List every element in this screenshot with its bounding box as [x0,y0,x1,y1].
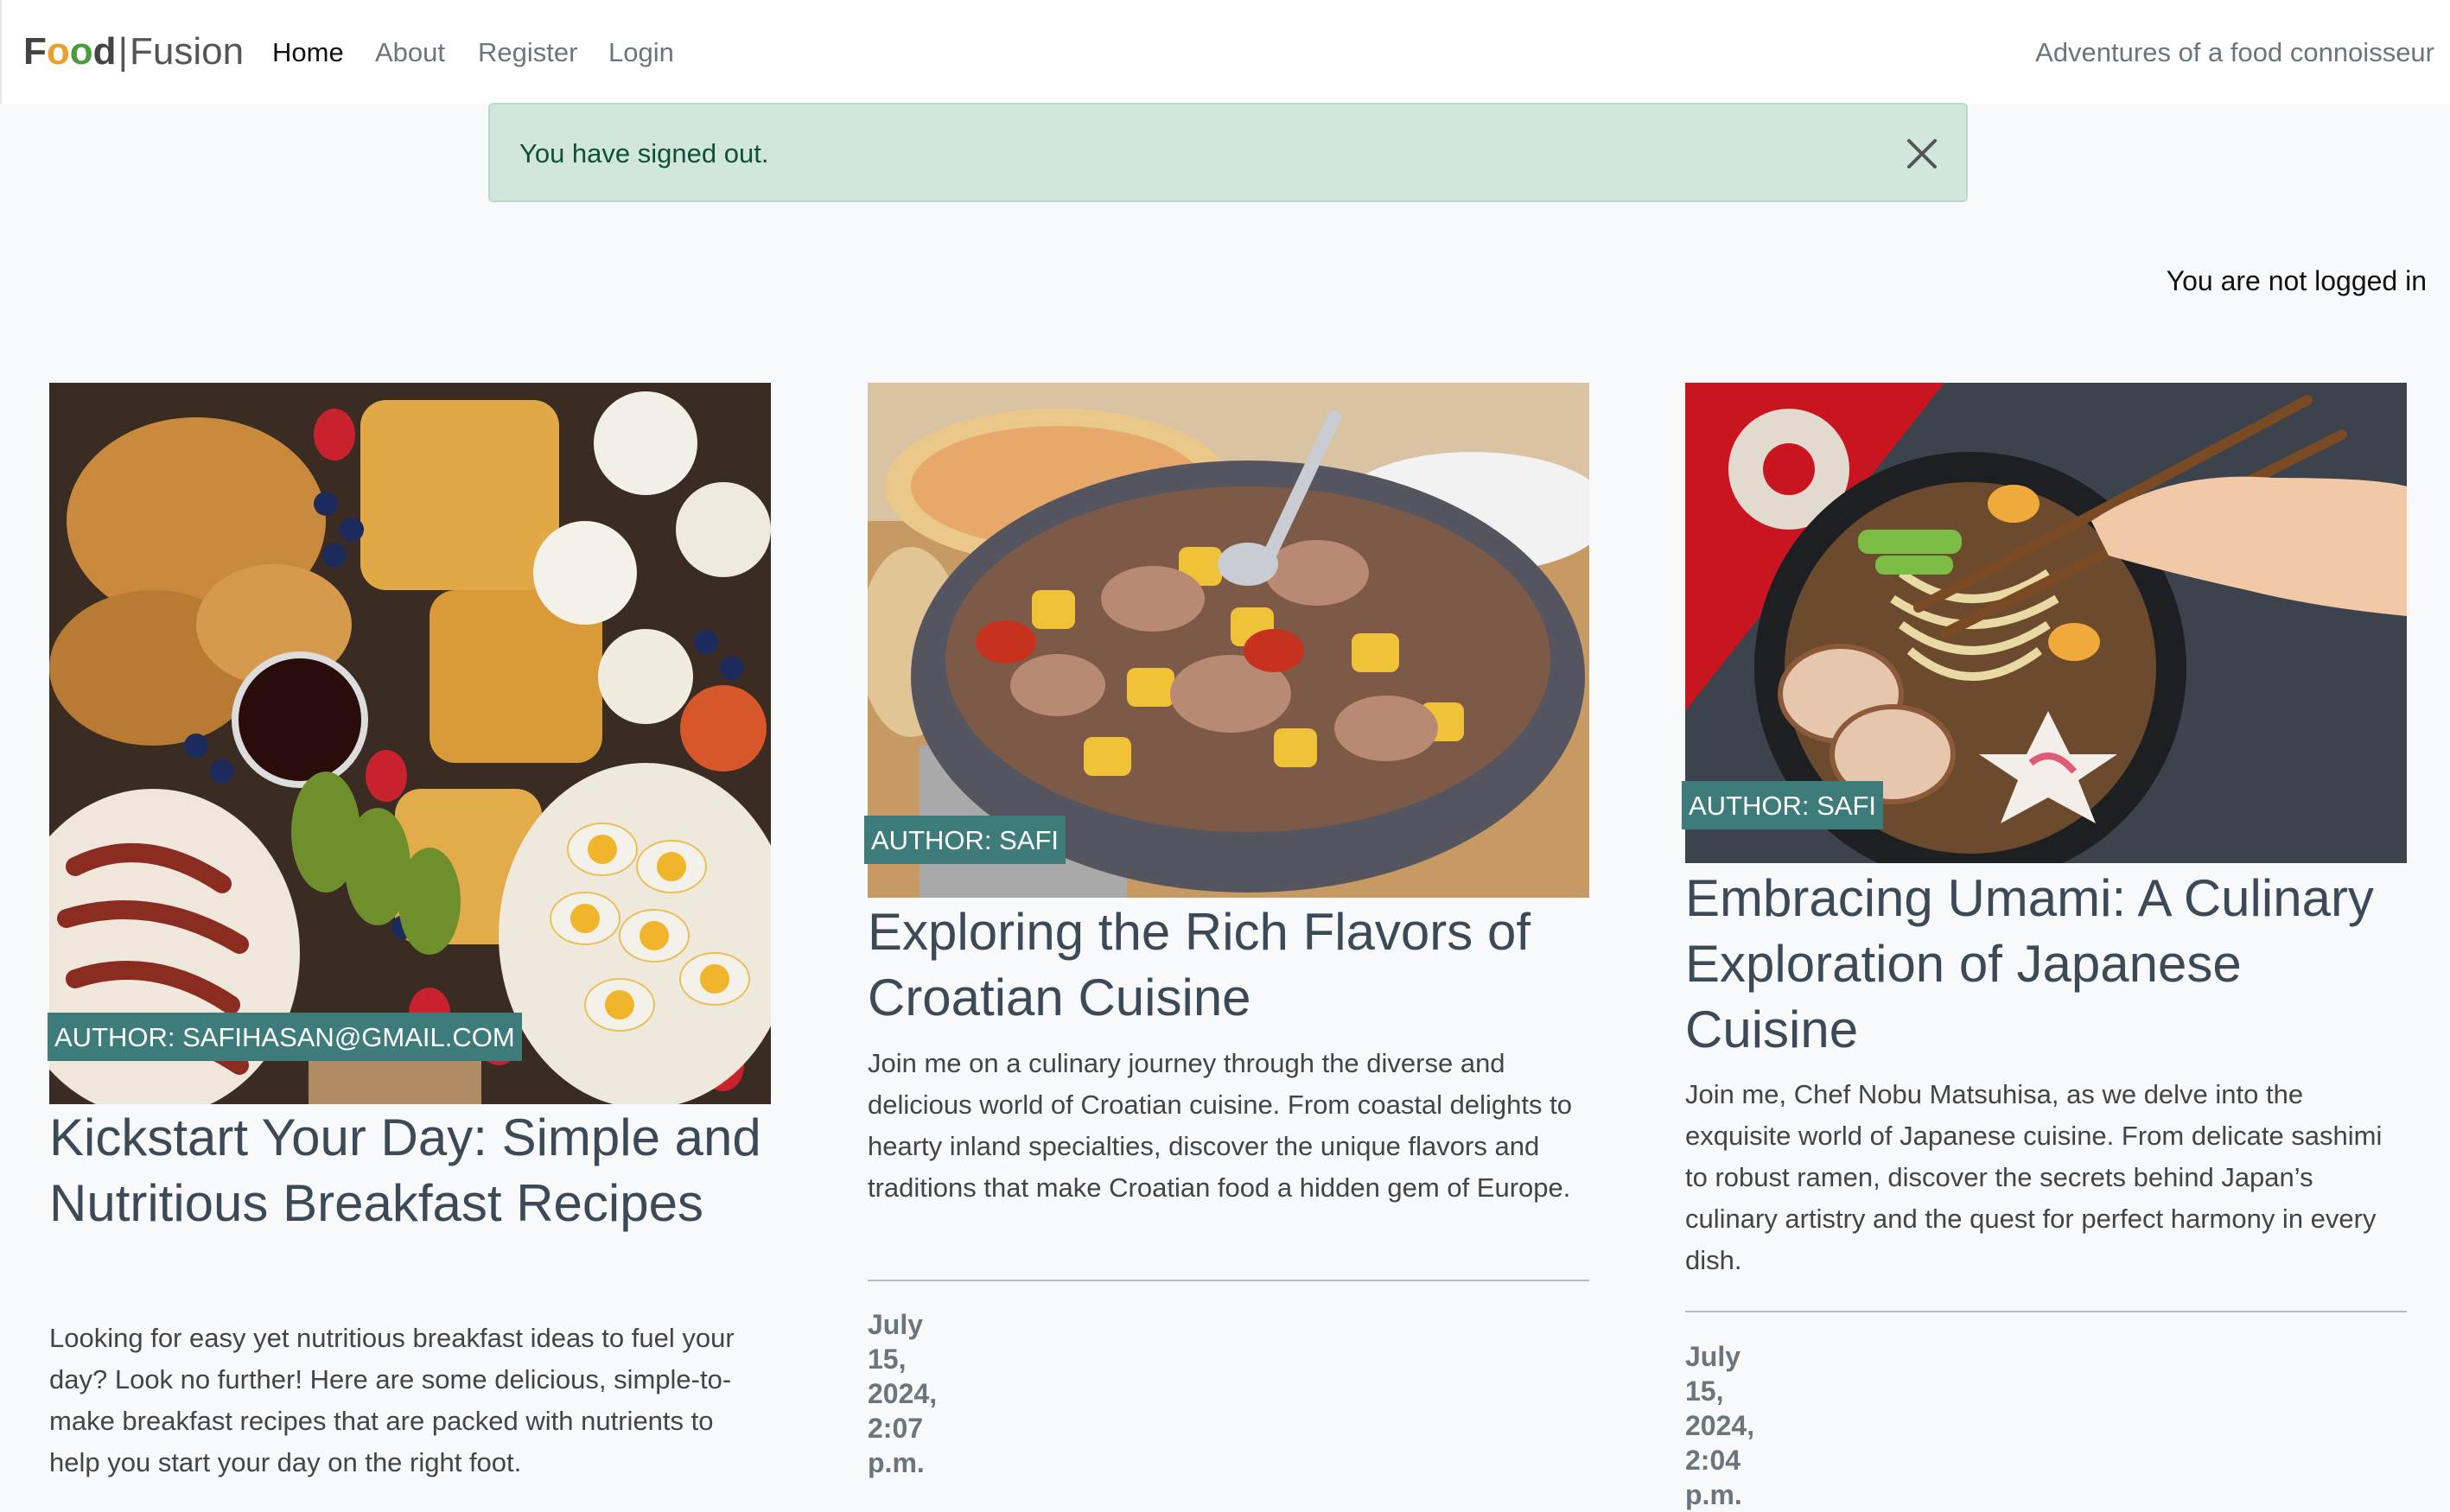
close-icon[interactable] [1904,136,1940,172]
alert-message: You have signed out. [519,138,769,168]
author-badge: Author: Safi [1682,781,1884,829]
card-divider [1685,1311,2407,1312]
author-badge: Author: safihasan@gmail.com [48,1013,522,1061]
post-title[interactable]: Kickstart Your Day: Simple and Nutritiou… [49,1105,771,1236]
post-title[interactable]: Exploring the Rich Flavors of Croatian C… [868,899,1589,1031]
signout-alert: You have signed out. [488,103,1968,202]
login-status-text: You are not logged in [2166,265,2427,296]
post-date: July 15, 2024, 2:04 p.m. [1685,1341,1755,1510]
post-excerpt: Looking for easy yet nutritious breakfas… [49,1323,735,1477]
brand-fusion-text: Fusion [130,30,245,73]
nav-link-about[interactable]: About [375,36,445,69]
brand-logo[interactable]: Food|Fusion [23,29,244,74]
post-excerpt: Join me on a culinary journey through th… [868,1048,1572,1203]
post-excerpt: Join me, Chef Nobu Matsuhisa, as we delv… [1685,1079,2383,1275]
brand-separator: | [118,30,128,73]
nav-link-login[interactable]: Login [608,36,674,69]
card-divider [868,1280,1589,1281]
site-tagline: Adventures of a food connoisseur [2035,37,2434,67]
post-title[interactable]: Embracing Umami: A Culinary Exploration … [1685,866,2407,1063]
top-navbar: Food|Fusion Home About Register Login Ad… [0,0,2450,104]
nav-link-register[interactable]: Register [478,36,577,69]
nav-link-home[interactable]: Home [272,36,344,69]
post-date: July 15, 2024, 2:07 p.m. [868,1309,938,1478]
brand-food-text: Food [23,30,117,73]
breakfast-platter-image[interactable] [49,383,771,1104]
author-badge: Author: Safi [864,816,1066,864]
